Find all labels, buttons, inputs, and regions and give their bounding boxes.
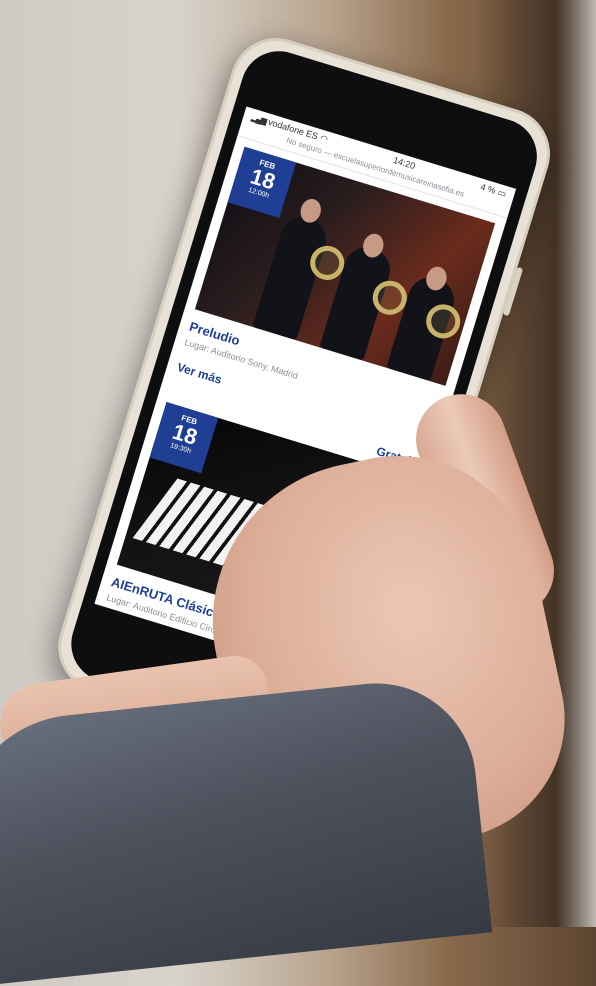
pianist-figure bbox=[269, 533, 363, 641]
signal-icon: ▂▄▆ bbox=[250, 112, 268, 126]
battery-text: 4 % bbox=[479, 181, 498, 196]
wifi-icon: ◠ bbox=[318, 132, 330, 144]
phone-screen: ▂▄▆ vodafone ES ◠ 14:20 4 % ▭ No seguro … bbox=[94, 106, 517, 687]
battery-icon: ▭ bbox=[496, 186, 508, 199]
piano-keys bbox=[132, 478, 302, 577]
volume-button bbox=[502, 266, 524, 317]
window-light bbox=[556, 0, 596, 927]
phone-bezel: ▂▄▆ vodafone ES ◠ 14:20 4 % ▭ No seguro … bbox=[61, 41, 547, 759]
